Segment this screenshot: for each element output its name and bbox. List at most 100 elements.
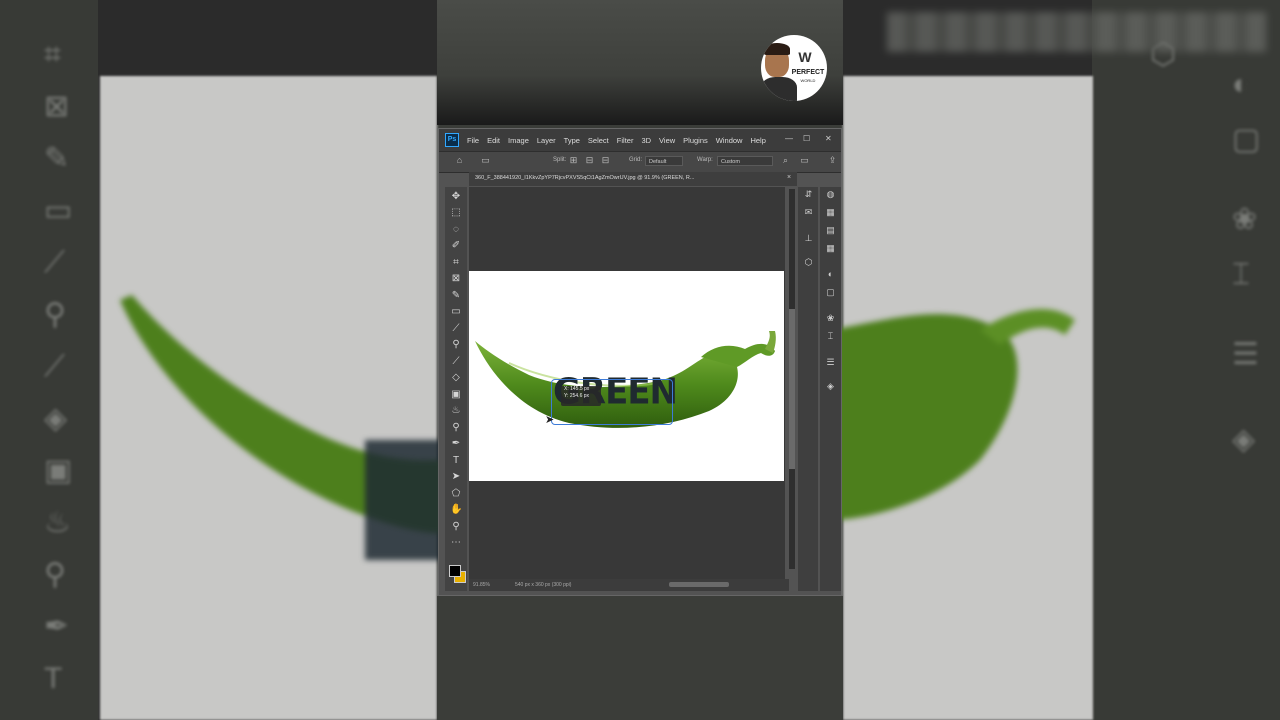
bg-pen-icon: ✒ xyxy=(44,610,70,643)
document-size: 540 px x 360 px (300 ppi) xyxy=(515,582,572,588)
grid-select[interactable]: Default xyxy=(645,156,683,166)
dodge-icon[interactable]: ⚲ xyxy=(450,422,462,434)
bg-type-icon: T xyxy=(44,662,63,695)
menu-edit[interactable]: Edit xyxy=(487,136,500,145)
menu-filter[interactable]: Filter xyxy=(617,136,634,145)
warp-select[interactable]: Custom xyxy=(717,156,773,166)
warp-label: Warp: xyxy=(697,157,713,163)
history-panel-icon[interactable]: ⇵ xyxy=(803,189,814,200)
document-tab[interactable]: 360_F_388441920_I1KkvZpYP7RjcvPXVS5qCt1A… xyxy=(475,175,775,181)
close-window-button[interactable]: ✕ xyxy=(825,134,832,143)
frame-icon[interactable]: ⊠ xyxy=(450,273,462,285)
history-brush-icon[interactable]: ⟋ xyxy=(450,356,462,368)
crop-icon[interactable]: ⌗ xyxy=(450,257,462,269)
options-bar: ⌂ ▭ Split: ⊞ ⊟ ⊟ Grid: Default Warp: Cus… xyxy=(439,151,841,173)
menu-help[interactable]: Help xyxy=(750,136,765,145)
minimize-button[interactable]: — xyxy=(785,134,793,143)
maximize-button[interactable]: ☐ xyxy=(803,134,810,143)
menu-file[interactable]: File xyxy=(467,136,479,145)
foreground-color-swatch[interactable] xyxy=(449,565,461,577)
menu-3d[interactable]: 3D xyxy=(641,136,651,145)
bg-path-icon: ⌶ xyxy=(1232,258,1250,291)
tool-preset-icon[interactable]: ▭ xyxy=(481,156,490,165)
split-cross-icon[interactable]: ⊞ xyxy=(569,156,578,165)
bg-gradient-icon: ▣ xyxy=(44,454,73,487)
brush-icon[interactable]: ⟋ xyxy=(450,323,462,335)
channel-logo: W PERFECT WORLD xyxy=(761,35,827,101)
logo-mark-icon: W xyxy=(798,49,812,65)
bg-color-icon: ❀ xyxy=(1232,203,1258,236)
spot-heal-icon[interactable]: ▭ xyxy=(450,306,462,318)
more-tools-icon[interactable]: ⋯ xyxy=(450,537,462,549)
bg-stamp-icon: ⚲ xyxy=(44,298,66,331)
hand-icon[interactable]: ✋ xyxy=(450,504,462,516)
layers-panel-icon[interactable]: ◈ xyxy=(825,381,836,392)
split-horizontal-icon[interactable]: ⊟ xyxy=(601,156,610,165)
type-icon[interactable]: T xyxy=(450,455,462,467)
zoom-icon[interactable]: ⚲ xyxy=(450,521,462,533)
bg-adjust-icon: ◐ xyxy=(1232,68,1251,101)
collapsed-panel-dock: ⇵ ✉ ⊥ ⬡ xyxy=(798,187,818,591)
menu-type[interactable]: Type xyxy=(564,136,580,145)
zoom-level[interactable]: 91.85% xyxy=(473,582,490,588)
bg-layers-icon: ◈ xyxy=(1232,423,1256,456)
document-canvas[interactable]: GREEN X: 145.5 px Y: 254.6 px ➤ xyxy=(469,271,784,481)
workspace-icon[interactable]: ▭ xyxy=(800,156,809,165)
3d-panel-icon[interactable]: ⬡ xyxy=(803,257,814,268)
bg-brush-icon: ⟋ xyxy=(44,246,65,279)
grid-label: Grid: xyxy=(629,157,643,163)
comments-panel-icon[interactable]: ✉ xyxy=(803,207,814,218)
menu-image[interactable]: Image xyxy=(508,136,529,145)
menu-plugins[interactable]: Plugins xyxy=(683,136,708,145)
menu-select[interactable]: Select xyxy=(588,136,609,145)
libraries-panel-icon[interactable]: ☰ xyxy=(825,357,836,368)
bg-blur-icon: ♨ xyxy=(44,506,71,539)
split-vertical-icon[interactable]: ⊟ xyxy=(585,156,594,165)
bg-crop-icon: ⌗ xyxy=(44,38,61,71)
close-tab-icon[interactable]: × xyxy=(787,174,791,181)
character-panel-icon[interactable]: ⊥ xyxy=(803,233,814,244)
path-select-icon[interactable]: ➤ xyxy=(450,471,462,483)
lasso-icon[interactable]: ◌ xyxy=(450,224,462,236)
eyedropper-icon[interactable]: ✎ xyxy=(450,290,462,302)
vertical-scrollbar[interactable] xyxy=(789,189,795,569)
blur-icon[interactable]: ♨ xyxy=(450,405,462,417)
channels-panel-icon[interactable]: ❀ xyxy=(825,313,836,324)
shape-icon[interactable]: ⬠ xyxy=(450,488,462,500)
coord-x: X: 145.5 px xyxy=(564,386,590,392)
bg-eyedropper-icon: ✎ xyxy=(44,142,70,175)
gradients-panel-icon[interactable]: ▤ xyxy=(825,225,836,236)
color-panel-icon[interactable]: ◍ xyxy=(825,189,836,200)
tools-panel: ✥ ⬚ ◌ ✐ ⌗ ⊠ ✎ ▭ ⟋ ⚲ ⟋ ◇ ▣ ♨ ⚲ ✒ T ➤ ⬠ ✋ … xyxy=(445,187,467,591)
patterns-panel-icon[interactable]: ▦ xyxy=(825,243,836,254)
properties-panel-icon[interactable]: ▢ xyxy=(825,287,836,298)
mouse-cursor-icon: ➤ xyxy=(545,414,555,426)
status-bar: 91.85% 540 px x 360 px (300 ppi) xyxy=(469,579,789,591)
move-icon[interactable]: ✥ xyxy=(450,191,462,203)
menu-layer[interactable]: Layer xyxy=(537,136,556,145)
search-icon[interactable]: ⌕ xyxy=(781,156,790,165)
document-workspace[interactable]: GREEN X: 145.5 px Y: 254.6 px ➤ xyxy=(469,187,785,579)
quick-select-icon[interactable]: ✐ xyxy=(450,240,462,252)
share-icon[interactable]: ⇪ xyxy=(828,156,837,165)
menu-window[interactable]: Window xyxy=(716,136,743,145)
menu-bar: Ps File Edit Image Layer Type Select Fil… xyxy=(439,129,841,151)
home-icon[interactable]: ⌂ xyxy=(455,156,464,165)
coordinate-tooltip: X: 145.5 px Y: 254.6 px xyxy=(561,386,601,406)
bg-history-icon: ⟋ xyxy=(44,350,65,383)
pen-icon[interactable]: ✒ xyxy=(450,438,462,450)
adjustments-panel-icon[interactable]: ◐ xyxy=(825,269,836,280)
stamp-icon[interactable]: ⚲ xyxy=(450,339,462,351)
marquee-icon[interactable]: ⬚ xyxy=(450,207,462,219)
swatches-panel-icon[interactable]: ▦ xyxy=(825,207,836,218)
bg-props-icon: ☰ xyxy=(1232,338,1259,371)
horizontal-scrollbar[interactable] xyxy=(669,582,729,587)
gradient-icon[interactable]: ▣ xyxy=(450,389,462,401)
menu-view[interactable]: View xyxy=(659,136,675,145)
bg-zoom-icon: ⚲ xyxy=(44,558,66,591)
document-tab-bar: 360_F_388441920_I1KkvZpYP7RjcvPXVS5qCt1A… xyxy=(469,172,797,186)
paths-panel-icon[interactable]: ⌶ xyxy=(825,331,836,342)
eraser-icon[interactable]: ◇ xyxy=(450,372,462,384)
photoshop-window: Ps File Edit Image Layer Type Select Fil… xyxy=(438,128,842,596)
right-panel-dock: ◍ ▦ ▤ ▦ ◐ ▢ ❀ ⌶ ☰ ◈ xyxy=(820,187,841,591)
